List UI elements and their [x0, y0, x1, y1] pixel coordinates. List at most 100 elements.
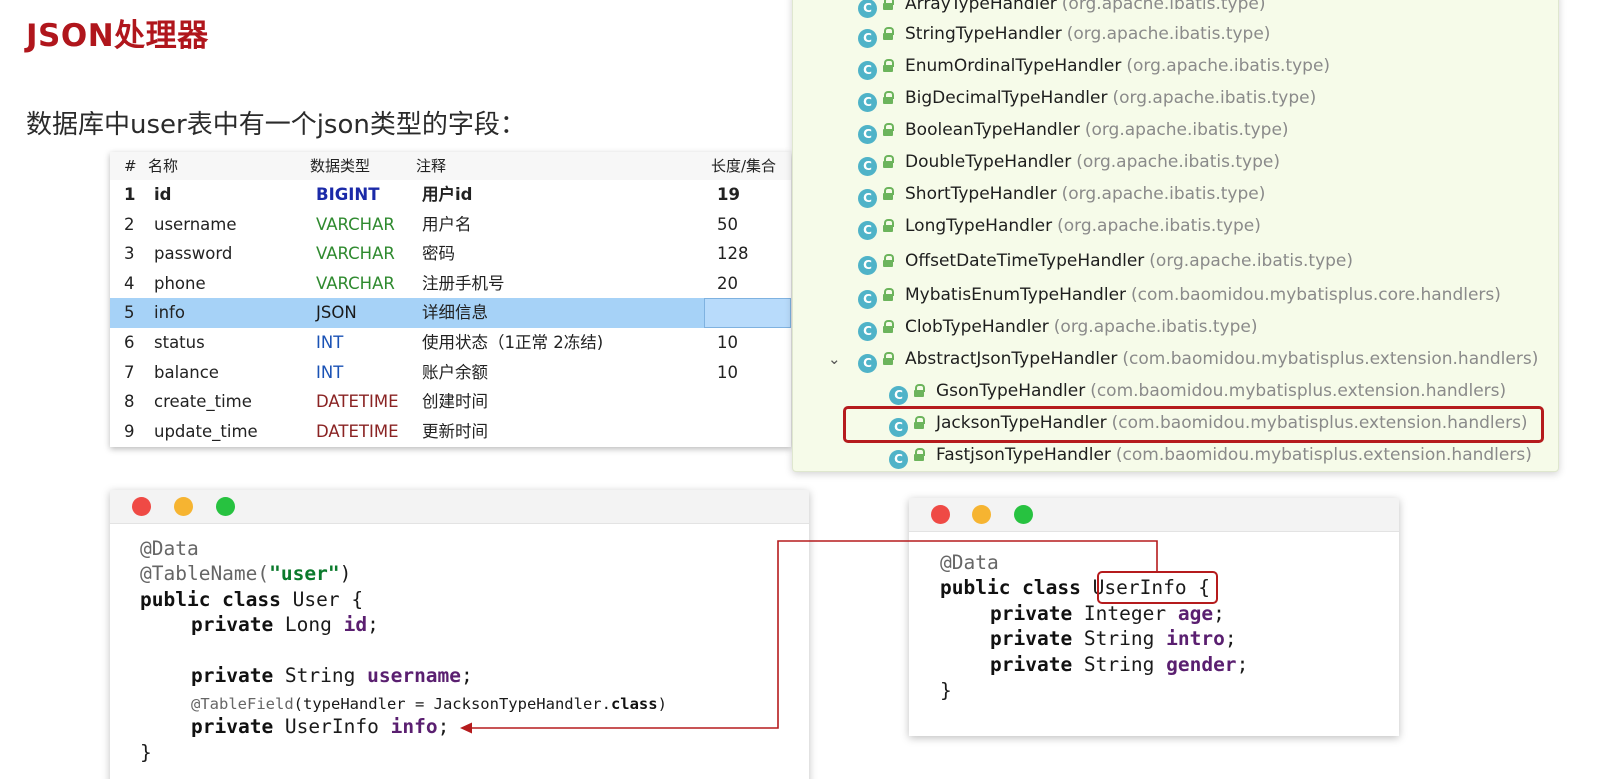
- code-line-field-id: private Long id;: [191, 613, 379, 636]
- row-type: BIGINT: [316, 185, 380, 204]
- row-num: 9: [124, 421, 135, 441]
- tree-item-gson-type-handler[interactable]: C GsonTypeHandler (com.baomidou.mybatisplu…: [889, 377, 1506, 405]
- table-row-selected[interactable]: 5 info JSON 详细信息: [110, 298, 791, 328]
- table-row[interactable]: 6 status INT 使用状态（1正常 2冻结) 10: [110, 328, 791, 358]
- tree-item-short-type-handler[interactable]: C ShortTypeHandler (org.apache.ibatis.type…: [858, 180, 1265, 208]
- tree-item-string-type-handler[interactable]: C StringTypeHandler (org.apache.ibatis.typ…: [858, 20, 1270, 48]
- tree-item-big-decimal-type-handler[interactable]: C BigDecimalTypeHandler (org.apache.ibatis…: [858, 84, 1316, 112]
- selected-cell[interactable]: [704, 298, 791, 328]
- row-num: 2: [124, 214, 135, 234]
- class-name: MybatisEnumTypeHandler: [905, 285, 1127, 305]
- annotation-text: @Data: [140, 537, 199, 560]
- row-length: 128: [717, 244, 749, 264]
- row-comment: 创建时间: [422, 392, 488, 412]
- annotation-args: (typeHandler = JacksonTypeHandler.: [293, 695, 611, 713]
- close-dot-icon[interactable]: [931, 505, 950, 524]
- type-text: Integer: [1072, 602, 1178, 625]
- row-type: DATETIME: [316, 421, 399, 441]
- row-length: 20: [717, 273, 738, 293]
- tree-item-clob-type-handler[interactable]: C ClobTypeHandler (org.apache.ibatis.type): [858, 313, 1258, 341]
- lock-icon: [883, 0, 894, 10]
- code-punct: ;: [1236, 653, 1249, 676]
- column-header-name[interactable]: 名称: [148, 152, 178, 180]
- lock-icon: [883, 123, 894, 136]
- keyword: private: [191, 613, 274, 636]
- class-icon: C: [889, 386, 908, 405]
- lock-icon: [883, 288, 894, 301]
- row-name: username: [154, 214, 237, 234]
- maximize-dot-icon[interactable]: [216, 497, 235, 516]
- slide-subtitle: 数据库中user表中有一个json类型的字段：: [26, 110, 526, 140]
- keyword: private: [990, 627, 1073, 650]
- class-name: ArrayTypeHandler: [905, 0, 1057, 14]
- keyword: public class: [140, 588, 281, 611]
- row-name: create_time: [154, 392, 252, 412]
- row-name: id: [154, 185, 172, 204]
- row-name: phone: [154, 273, 206, 293]
- lock-icon: [883, 352, 894, 365]
- row-comment: 密码: [422, 244, 455, 264]
- code-punct: }: [140, 741, 152, 764]
- row-num: 3: [124, 244, 135, 264]
- slide-title: JSON处理器: [26, 18, 209, 54]
- code-punct: ;: [1213, 602, 1225, 625]
- column-header-num[interactable]: #: [124, 152, 148, 180]
- row-length: 19: [717, 185, 740, 204]
- close-dot-icon[interactable]: [132, 497, 151, 516]
- tree-item-long-type-handler[interactable]: C LongTypeHandler (org.apache.ibatis.type): [858, 212, 1261, 240]
- class-name: ShortTypeHandler: [905, 184, 1057, 204]
- lock-icon: [914, 384, 925, 397]
- column-header-type[interactable]: 数据类型: [310, 152, 370, 180]
- package-name: (org.apache.ibatis.type): [1149, 251, 1354, 271]
- string-literal: "user": [269, 562, 340, 585]
- class-icon: C: [858, 93, 877, 112]
- table-row[interactable]: 7 balance INT 账户余额 10: [110, 358, 791, 388]
- row-type: INT: [316, 332, 344, 352]
- class-name-text: User {: [280, 588, 364, 611]
- code-line-field-username: private String username;: [191, 664, 473, 687]
- tree-item-abstract-json-type-handler[interactable]: C AbstractJsonTypeHandler (com.baomidou.my…: [858, 345, 1538, 373]
- package-name: (org.apache.ibatis.type): [1061, 0, 1266, 14]
- annotation-text: @TableField: [191, 695, 294, 713]
- table-row[interactable]: 1 id BIGINT 用户id 19: [110, 180, 791, 210]
- type-text: String: [1072, 653, 1167, 676]
- tree-item-offset-date-time-type-handler[interactable]: C OffsetDateTimeTypeHandler (org.apache.ib…: [858, 247, 1353, 275]
- row-name: balance: [154, 362, 219, 382]
- package-name: (com.baomidou.mybatisplus.extension.hand…: [1115, 445, 1532, 465]
- keyword: private: [191, 664, 274, 687]
- table-row[interactable]: 4 phone VARCHAR 注册手机号 20: [110, 269, 791, 299]
- field-name: id: [343, 613, 368, 636]
- minimize-dot-icon[interactable]: [174, 497, 193, 516]
- tree-item-enum-ordinal-type-handler[interactable]: C EnumOrdinalTypeHandler (org.apache.ibati…: [858, 52, 1330, 80]
- table-row[interactable]: 2 username VARCHAR 用户名 50: [110, 210, 791, 240]
- class-name: BigDecimalTypeHandler: [905, 88, 1108, 108]
- tree-item-fastjson-type-handler[interactable]: C FastjsonTypeHandler (com.baomidou.mybati…: [889, 441, 1532, 469]
- table-row[interactable]: 9 update_time DATETIME 更新时间: [110, 417, 791, 447]
- tree-item-boolean-type-handler[interactable]: C BooleanTypeHandler (org.apache.ibatis.ty…: [858, 116, 1289, 144]
- maximize-dot-icon[interactable]: [1014, 505, 1033, 524]
- table-row[interactable]: 3 password VARCHAR 密码 128: [110, 239, 791, 269]
- code-line-close-brace: }: [940, 679, 952, 702]
- type-text: String: [273, 664, 368, 687]
- tree-item-double-type-handler[interactable]: C DoubleTypeHandler (org.apache.ibatis.typ…: [858, 148, 1280, 176]
- class-name: StringTypeHandler: [905, 24, 1062, 44]
- field-name: info: [390, 715, 438, 738]
- tree-item-array-type-handler[interactable]: C ArrayTypeHandler (org.apache.ibatis.type…: [858, 0, 1266, 18]
- package-name: (org.apache.ibatis.type): [1076, 152, 1280, 172]
- package-name: (org.apache.ibatis.type): [1112, 88, 1317, 108]
- code-line-table-field: @TableField(typeHandler = JacksonTypeHan…: [191, 695, 667, 713]
- annotation-text: @TableName(: [140, 562, 270, 585]
- code-punct: ;: [437, 715, 450, 738]
- package-name: (org.apache.ibatis.type): [1053, 317, 1258, 337]
- column-header-length[interactable]: 长度/集合: [711, 152, 776, 180]
- tree-item-mybatis-enum-type-handler[interactable]: C MybatisEnumTypeHandler (com.baomidou.myb…: [858, 281, 1501, 309]
- chevron-down-icon[interactable]: ⌄: [828, 350, 841, 368]
- table-row[interactable]: 8 create_time DATETIME 创建时间: [110, 387, 791, 417]
- column-header-comment[interactable]: 注释: [416, 152, 446, 180]
- lock-icon: [883, 27, 894, 40]
- row-num: 8: [124, 392, 135, 412]
- row-comment: 注册手机号: [422, 273, 505, 293]
- code-punct: ;: [1224, 627, 1237, 650]
- minimize-dot-icon[interactable]: [972, 505, 991, 524]
- userinfo-highlight-box: [1097, 571, 1218, 604]
